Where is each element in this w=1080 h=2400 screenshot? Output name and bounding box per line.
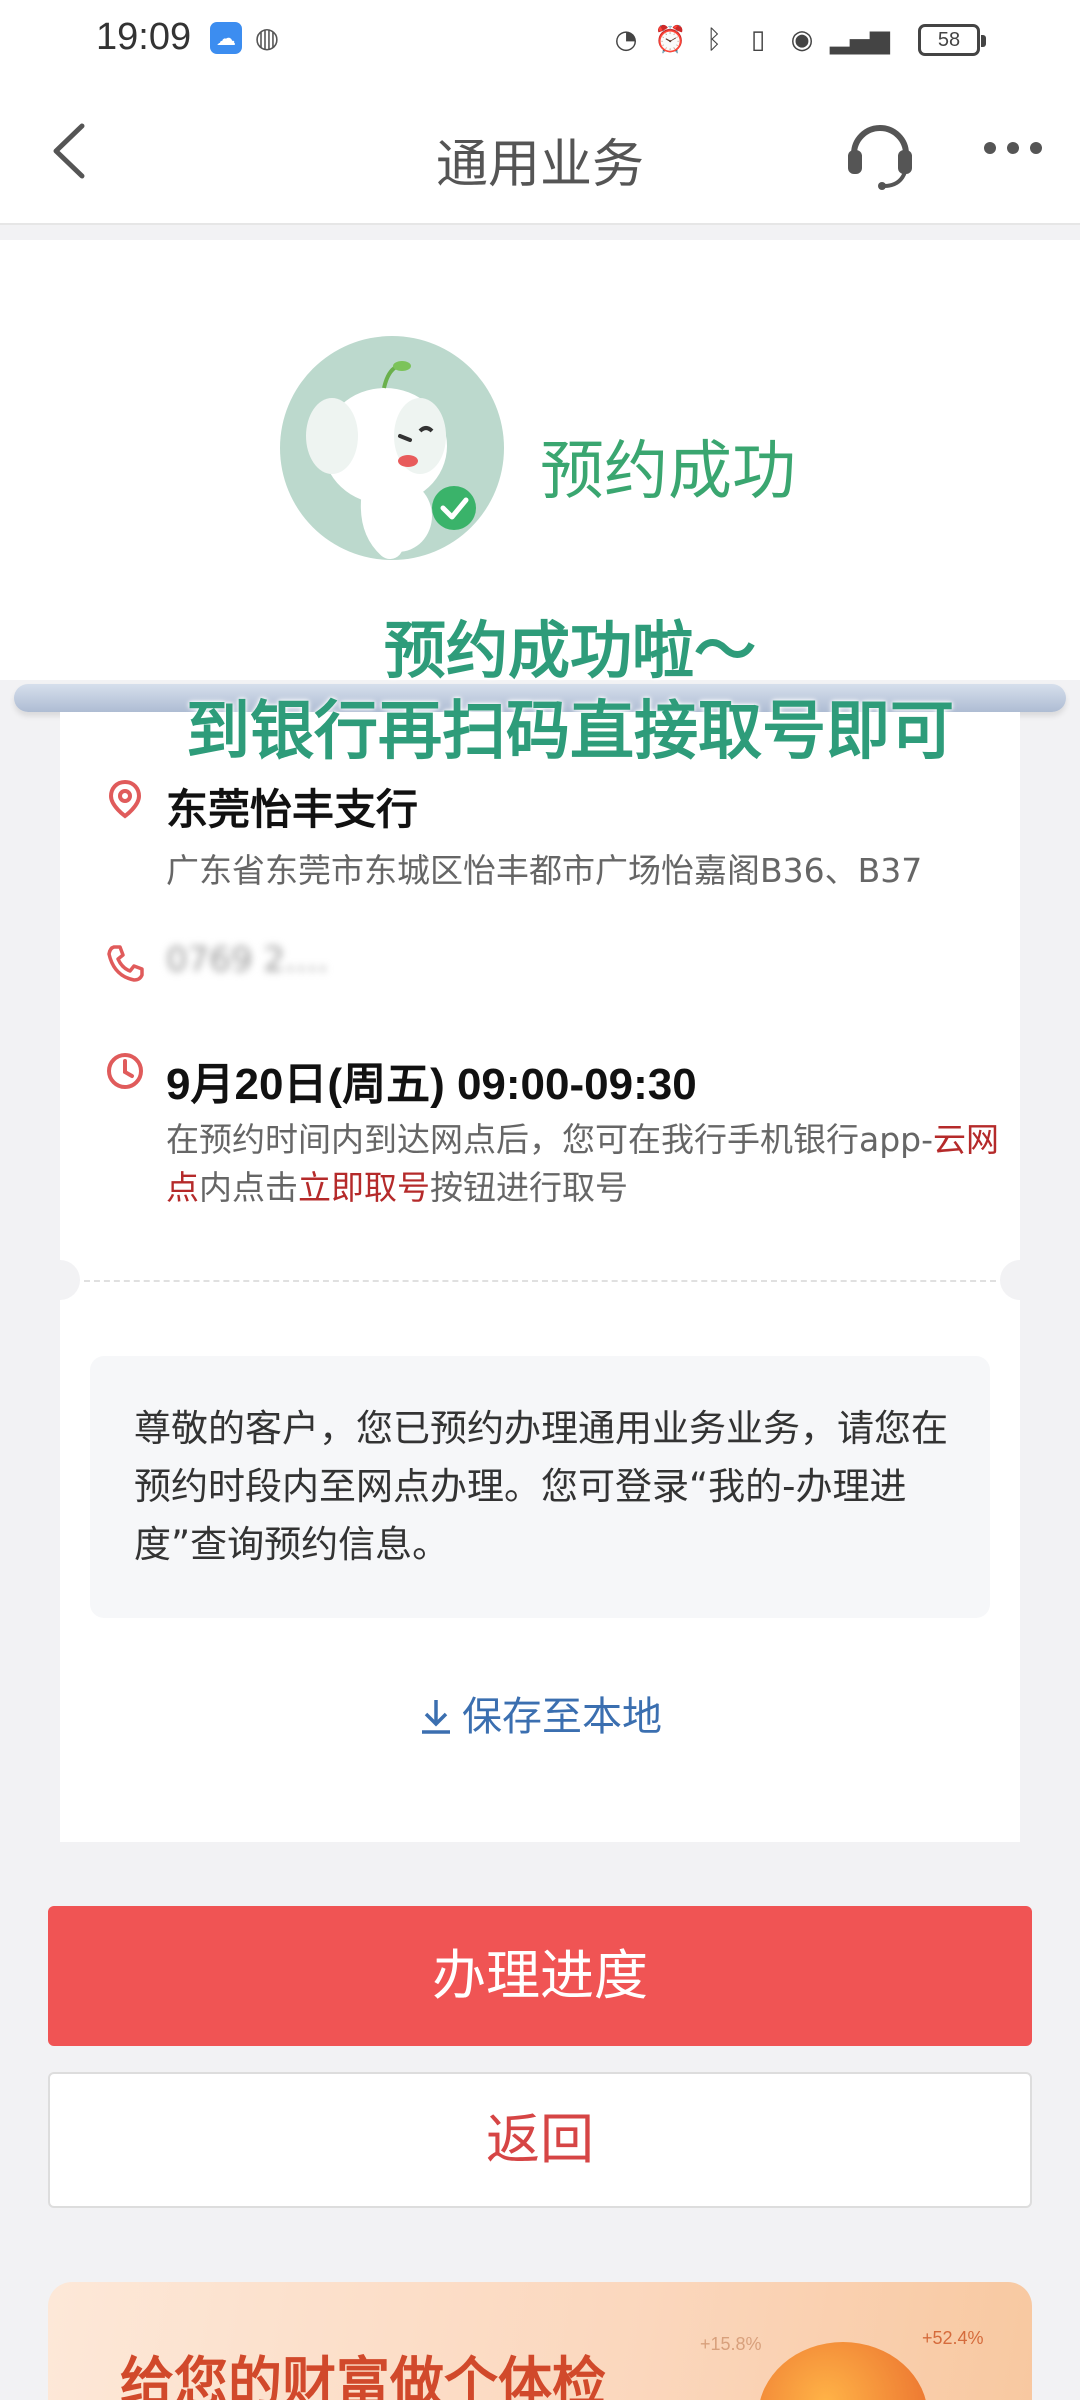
branch-phone[interactable]: 0769 2.... bbox=[166, 940, 328, 980]
ticket-notch-left bbox=[40, 1260, 80, 1300]
alarm-icon: ⏰ bbox=[654, 25, 687, 55]
battery-indicator: 58 bbox=[918, 24, 986, 56]
location-pin-icon bbox=[104, 778, 146, 820]
instructions-text-3: 按钮进行取号 bbox=[430, 1168, 628, 1207]
overlay-caption-line2: 到银行再扫码直接取号即可 bbox=[186, 695, 954, 769]
banner-stat-1: +15.8% bbox=[700, 2334, 762, 2354]
appointment-card: 东莞怡丰支行 广东省东莞市东城区怡丰都市广场怡嘉阁B36、B37 0769 2.… bbox=[40, 712, 1040, 1852]
save-label: 保存至本地 bbox=[462, 1694, 662, 1740]
clock-icon bbox=[104, 1050, 146, 1092]
banner-stat-2: +52.4% bbox=[922, 2328, 984, 2348]
instructions-text-2: 内点击 bbox=[199, 1168, 298, 1207]
customer-service-icon[interactable] bbox=[840, 112, 920, 192]
download-icon bbox=[418, 1696, 454, 1736]
hotspot-icon: ◉ bbox=[790, 25, 814, 55]
elephant-mascot-image bbox=[280, 336, 504, 560]
save-to-local-button[interactable]: 保存至本地 bbox=[60, 1684, 1020, 1742]
nav-bar: 通用业务 bbox=[0, 80, 1080, 225]
instructions-text-1: 在预约时间内到达网点后，您可在我行手机银行app- bbox=[166, 1120, 934, 1159]
branch-name: 东莞怡丰支行 bbox=[166, 785, 419, 834]
qq-icon: ◍ bbox=[254, 21, 280, 54]
status-icons: ◔ ⏰ ᛒ ▯ ◉ ▂▄▆ bbox=[610, 20, 890, 60]
signal-icon: ▂▄▆ bbox=[830, 25, 890, 55]
phone-icon bbox=[104, 942, 146, 984]
notice-text: 尊敬的客户，您已预约办理通用业务业务，请您在预约时段内至网点办理。您可登录“我的… bbox=[134, 1407, 948, 1566]
more-options-icon[interactable] bbox=[980, 128, 1046, 168]
overlay-caption-line1: 预约成功啦～ bbox=[383, 614, 756, 687]
return-button[interactable]: 返回 bbox=[48, 2072, 1032, 2208]
banner-title: 给您的财富做个体检 bbox=[120, 2351, 606, 2400]
notice-box: 尊敬的客户，您已预约办理通用业务业务，请您在预约时段内至网点办理。您可登录“我的… bbox=[90, 1356, 990, 1618]
wealth-checkup-banner[interactable]: 给您的财富做个体检 +15.8% +52.4% bbox=[48, 2282, 1032, 2400]
ticket-divider bbox=[84, 1280, 996, 1282]
ticket-scalloped-edge bbox=[60, 1832, 1020, 1852]
status-bar: 19:09 ☁ ◍ ◔ ⏰ ᛒ ▯ ◉ ▂▄▆ 58 bbox=[0, 0, 1080, 80]
ticket-notch-right bbox=[1000, 1260, 1040, 1300]
success-title: 预约成功 bbox=[540, 435, 796, 509]
speedometer-icon: ◔ bbox=[614, 25, 638, 55]
money-bag-icon bbox=[758, 2342, 928, 2400]
branch-address: 广东省东莞市东城区怡丰都市广场怡嘉阁B36、B37 bbox=[166, 851, 923, 890]
vibrate-icon: ▯ bbox=[750, 25, 766, 55]
progress-button[interactable]: 办理进度 bbox=[48, 1906, 1032, 2046]
bluetooth-icon: ᛒ bbox=[706, 25, 722, 55]
appointment-instructions: 在预约时间内到达网点后，您可在我行手机银行app-云网点内点击立即取号按钮进行取… bbox=[166, 1116, 1016, 1212]
cloud-app-icon: ☁ bbox=[210, 22, 242, 54]
take-number-highlight: 立即取号 bbox=[298, 1168, 430, 1207]
status-time: 19:09 bbox=[96, 16, 192, 58]
appointment-time: 9月20日(周五) 09:00-09:30 bbox=[166, 1060, 697, 1109]
